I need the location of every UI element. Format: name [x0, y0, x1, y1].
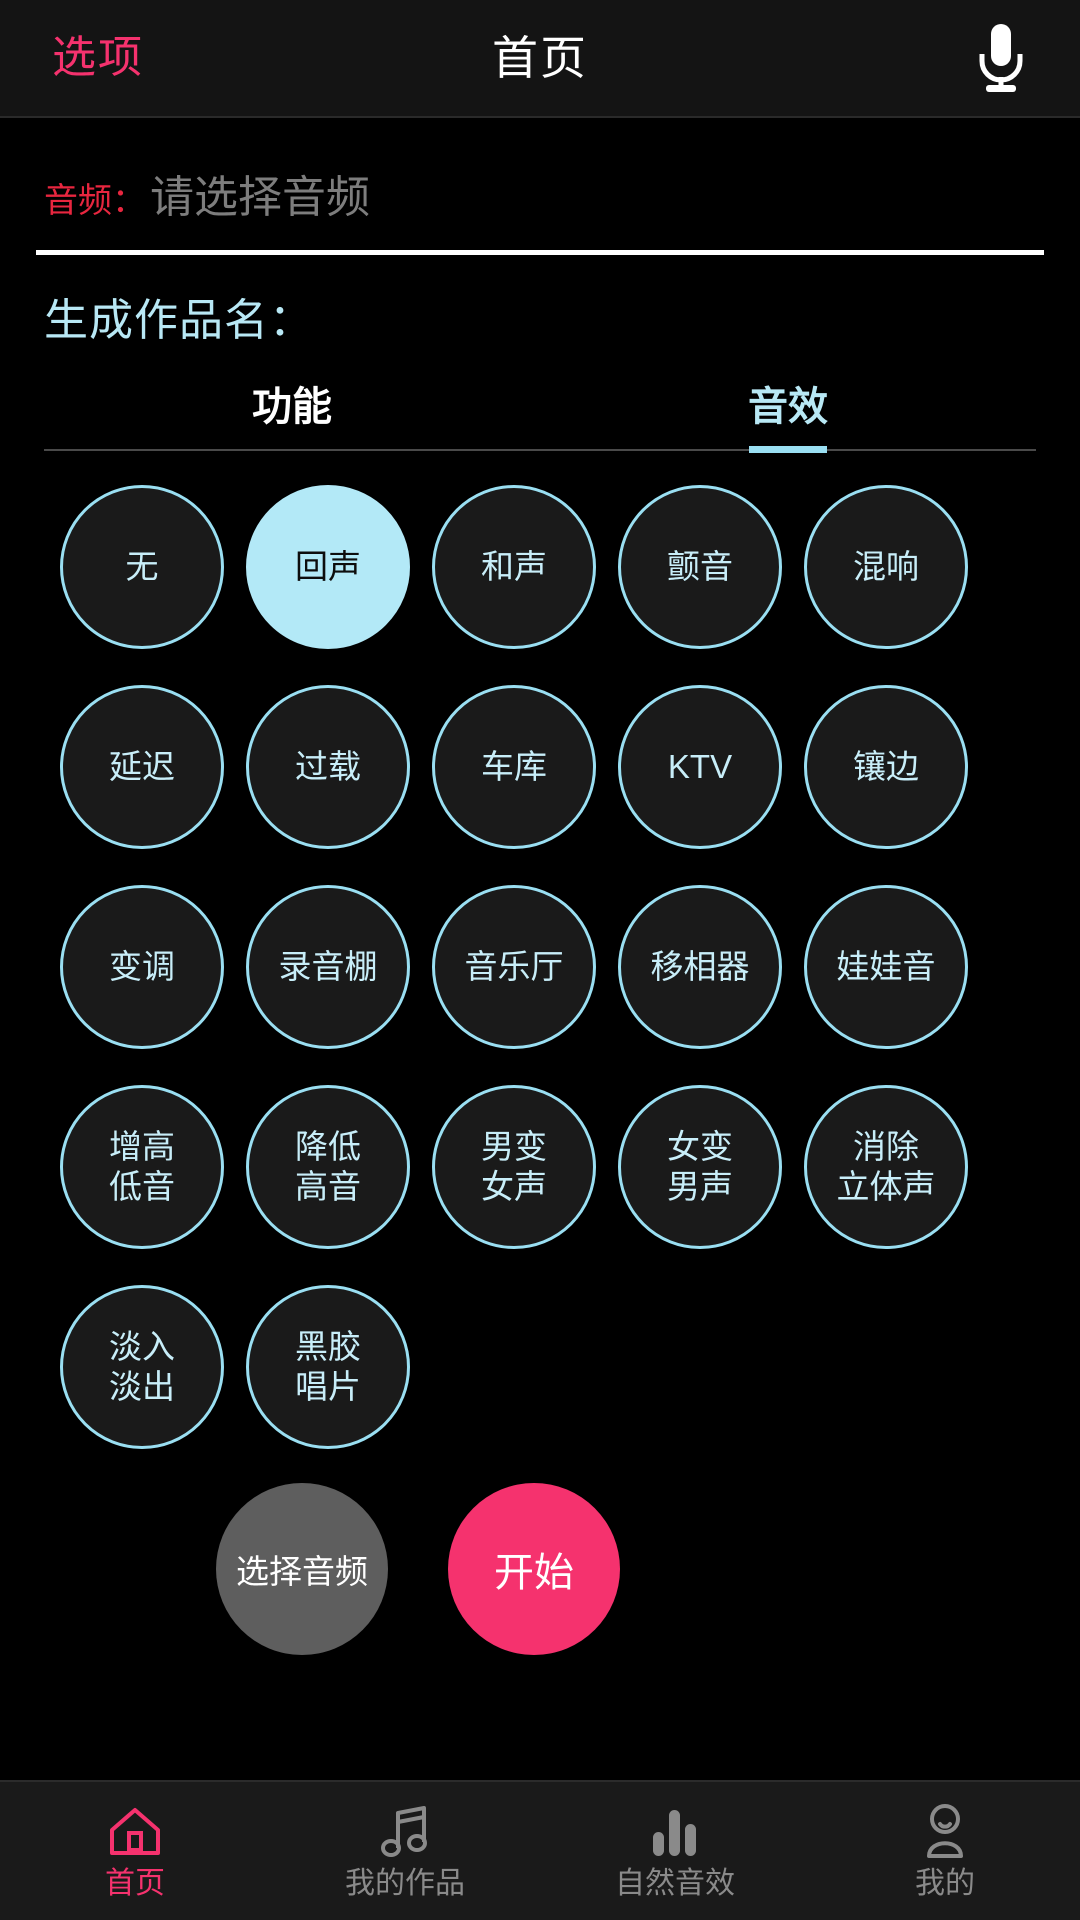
effect-chip[interactable]: 镶边 [804, 685, 968, 849]
nav-label-my-works: 我的作品 [345, 1867, 465, 1900]
nav-label-mine: 我的 [915, 1867, 975, 1900]
effect-chip[interactable]: 音乐厅 [432, 885, 596, 1049]
app-root: 选项 首页 音频： 请选择音频 生成作品名： 功能 音效 无回声 和声 颤音 混响延迟… [0, 0, 1080, 1920]
effect-chip[interactable]: 消除 立体声 [804, 1085, 968, 1249]
effect-chip[interactable]: 颤音 [618, 485, 782, 649]
effect-chip[interactable]: 黑胶 唱片 [246, 1285, 410, 1449]
effect-chip[interactable]: 录音棚 [246, 885, 410, 1049]
effect-grid: 无回声 和声 颤音 混响延迟 过载 车库 KTV 镶边变调 录音棚 音乐厅 移相器 娃娃音增高 低音降… [0, 485, 1080, 1449]
tab-functions[interactable]: 功能 [44, 387, 540, 449]
start-button[interactable]: 开始 [448, 1483, 620, 1655]
music-note-icon [376, 1803, 434, 1861]
top-bar: 选项 首页 [0, 0, 1080, 118]
select-audio-button[interactable]: 选择音频 [216, 1483, 388, 1655]
effect-chip[interactable]: KTV [618, 685, 782, 849]
effect-chip[interactable]: 无 [60, 485, 224, 649]
audio-field-label: 音频： [44, 182, 146, 220]
effect-chip[interactable]: 淡入 淡出 [60, 1285, 224, 1449]
effect-chip[interactable]: 车库 [432, 685, 596, 849]
effect-chip[interactable]: 变调 [60, 885, 224, 1049]
nav-item-home[interactable]: 首页 [0, 1782, 270, 1920]
work-name-label: 生成作品名： [44, 296, 314, 345]
audio-field-underline [36, 250, 1044, 255]
nav-item-my-works[interactable]: 我的作品 [270, 1782, 540, 1920]
effect-chip[interactable]: 混响 [804, 485, 968, 649]
nav-item-natural-effects[interactable]: 自然音效 [540, 1782, 810, 1920]
action-button-row: 选择音频 开始 [0, 1483, 1080, 1655]
effect-chip[interactable]: 增高 低音 [60, 1085, 224, 1249]
nav-label-natural-effects: 自然音效 [615, 1867, 735, 1900]
page-title: 首页 [492, 32, 588, 84]
bar-chart-icon [646, 1803, 704, 1861]
effect-chip[interactable]: 回声 [246, 485, 410, 649]
microphone-icon[interactable] [970, 21, 1032, 95]
effect-chip[interactable]: 男变 女声 [432, 1085, 596, 1249]
effect-chip[interactable]: 延迟 [60, 685, 224, 849]
effect-chip[interactable]: 和声 [432, 485, 596, 649]
effect-chip[interactable]: 过载 [246, 685, 410, 849]
options-button[interactable]: 选项 [52, 36, 144, 80]
effect-chip[interactable]: 女变 男声 [618, 1085, 782, 1249]
bottom-nav: 首页 我的作品 自然音效 我的 [0, 1780, 1080, 1920]
effect-chip[interactable]: 降低 高音 [246, 1085, 410, 1249]
home-icon [106, 1803, 164, 1861]
effect-chip[interactable]: 移相器 [618, 885, 782, 1049]
audio-field-value: 请选择音频 [150, 173, 370, 222]
nav-label-home: 首页 [105, 1867, 165, 1900]
nav-item-mine[interactable]: 我的 [810, 1782, 1080, 1920]
tab-bar: 功能 音效 [44, 387, 1036, 451]
effect-chip[interactable]: 娃娃音 [804, 885, 968, 1049]
tab-effects[interactable]: 音效 [540, 387, 1036, 449]
person-icon [916, 1803, 974, 1861]
audio-field[interactable]: 音频： 请选择音频 [44, 176, 1036, 220]
